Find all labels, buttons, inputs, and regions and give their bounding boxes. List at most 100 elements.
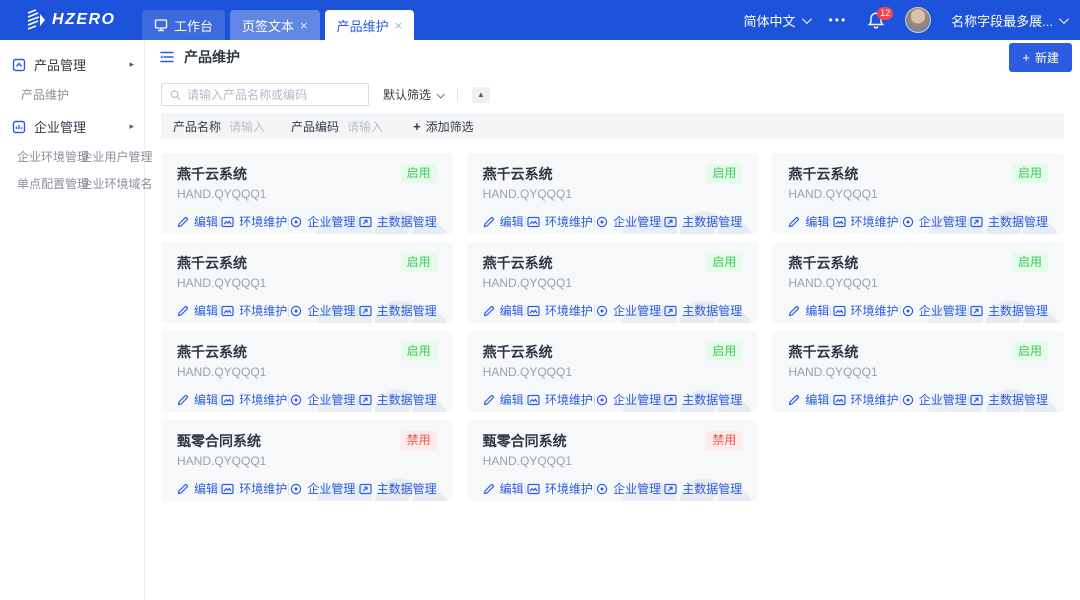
card-action-edit[interactable]: 编辑	[483, 213, 524, 230]
arrow-right-icon: ▸	[129, 121, 134, 132]
card-action-master-data[interactable]: 主数据管理	[664, 391, 742, 408]
divider	[288, 305, 289, 317]
menu-collapse-icon[interactable]	[159, 50, 175, 64]
card-action-enterprise[interactable]: 企业管理	[290, 213, 355, 230]
sidebar-item-product-maintenance[interactable]: 产品维护	[13, 81, 140, 108]
card-grid: 燕千云系统 启用 HAND.QYQQQ1 编辑环境维护企业管理主数据管理 燕千云…	[161, 153, 1064, 501]
card-actions: 编辑 环境维护企业管理主数据管理	[788, 302, 1048, 319]
language-switcher[interactable]: 简体中文	[744, 11, 809, 30]
card-action-edit[interactable]: 编辑	[483, 391, 524, 408]
card-action-environment[interactable]: 环境维护	[221, 213, 287, 230]
card-action-master-data[interactable]: 主数据管理	[664, 213, 742, 230]
card-action-master-data[interactable]: 主数据管理	[970, 302, 1048, 319]
divider	[457, 88, 458, 102]
sidebar-item-enterprise-user-management[interactable]: 企业用户管理	[77, 143, 141, 170]
add-filter-label: 添加筛选	[426, 118, 474, 135]
notification-bell[interactable]: 12	[867, 11, 885, 30]
card-action-edit[interactable]: 编辑	[177, 302, 218, 319]
preset-filter-label: 默认筛选	[383, 86, 431, 103]
enterprise-management-children: 企业环境管理 企业用户管理 单点配置管理 企业环境域名	[0, 143, 144, 199]
card-action-label: 主数据管理	[377, 480, 437, 497]
enterprise-icon	[902, 394, 914, 406]
card-actions: 编辑 环境维护企业管理主数据管理	[788, 391, 1048, 408]
card-title: 燕千云系统	[788, 342, 858, 362]
card-action-label: 环境维护	[851, 302, 899, 319]
more-menu[interactable]: •••	[829, 13, 848, 27]
card-action-master-data[interactable]: 主数据管理	[970, 391, 1048, 408]
card-action-edit[interactable]: 编辑	[788, 391, 829, 408]
card-action-environment[interactable]: 环境维护	[527, 480, 593, 497]
card-action-enterprise[interactable]: 企业管理	[902, 302, 967, 319]
card-action-edit[interactable]: 编辑	[788, 302, 829, 319]
card-action-enterprise[interactable]: 企业管理	[290, 391, 355, 408]
card-action-environment[interactable]: 环境维护	[527, 391, 593, 408]
card-action-master-data[interactable]: 主数据管理	[359, 302, 437, 319]
sidebar-item-enterprise-env-domain[interactable]: 企业环境域名	[77, 170, 141, 197]
add-filter-button[interactable]: + 添加筛选	[413, 118, 474, 135]
card-action-label: 环境维护	[851, 391, 899, 408]
card-action-enterprise[interactable]: 企业管理	[902, 213, 967, 230]
card-code: HAND.QYQQQ1	[483, 365, 743, 379]
sidebar-group-enterprise-management[interactable]: 企业管理 ▸	[0, 110, 144, 143]
card-actions: 编辑环境维护企业管理 主数据管理	[177, 480, 437, 497]
avatar[interactable]	[905, 7, 931, 33]
master-data-icon	[359, 305, 372, 317]
close-icon[interactable]: ×	[395, 19, 403, 32]
card-action-master-data[interactable]: 主数据管理	[664, 302, 742, 319]
filter-field-input[interactable]: 请输入	[347, 118, 383, 135]
filter-row: 产品名称 请输入 产品编码 请输入 + 添加筛选	[161, 113, 1064, 139]
card-action-edit[interactable]: 编辑	[177, 213, 218, 230]
tab-page-text[interactable]: 页签文本 ×	[230, 10, 320, 40]
card-action-environment[interactable]: 环境维护	[221, 480, 287, 497]
card-action-edit[interactable]: 编辑	[483, 302, 524, 319]
divider	[662, 394, 663, 406]
status-badge: 启用	[706, 253, 742, 272]
card-action-enterprise[interactable]: 企业管理	[290, 302, 355, 319]
card-action-environment[interactable]: 环境维护	[221, 391, 287, 408]
card-action-environment[interactable]: 环境维护	[833, 213, 899, 230]
status-badge: 启用	[401, 253, 437, 272]
card-action-master-data[interactable]: 主数据管理	[359, 213, 437, 230]
card-action-edit[interactable]: 编辑	[177, 480, 218, 497]
sidebar-group-product-management[interactable]: 产品管理 ▸	[0, 48, 144, 81]
card-action-master-data[interactable]: 主数据管理	[359, 391, 437, 408]
divider	[357, 216, 358, 228]
card-action-environment[interactable]: 环境维护	[833, 302, 899, 319]
tab-workbench[interactable]: 工作台	[142, 10, 225, 40]
card-action-enterprise[interactable]: 企业管理	[596, 302, 661, 319]
product-card: 燕千云系统 启用 HAND.QYQQQ1 编辑环境维护企业管理主数据管理	[772, 331, 1064, 412]
close-icon[interactable]: ×	[300, 19, 308, 32]
user-menu[interactable]: 名称字段最多展...	[951, 11, 1066, 30]
sidebar-item-enterprise-env-management[interactable]: 企业环境管理	[13, 143, 77, 170]
card-action-environment[interactable]: 环境维护	[527, 302, 593, 319]
create-button[interactable]: + 新建	[1009, 43, 1072, 72]
card-action-enterprise[interactable]: 企业管理	[290, 480, 355, 497]
card-action-enterprise[interactable]: 企业管理	[596, 213, 661, 230]
search-input[interactable]	[187, 88, 360, 102]
sidebar-item-sso-config-management[interactable]: 单点配置管理	[13, 170, 77, 197]
preset-filter-dropdown[interactable]: 默认筛选	[383, 86, 443, 103]
card-action-environment[interactable]: 环境维护	[221, 302, 287, 319]
card-action-enterprise[interactable]: 企业管理	[596, 391, 661, 408]
filter-field-label: 产品名称	[173, 118, 221, 135]
card-action-label: 环境维护	[851, 213, 899, 230]
card-action-edit[interactable]: 编辑	[483, 480, 524, 497]
divider	[525, 483, 526, 495]
divider	[594, 483, 595, 495]
card-action-label: 主数据管理	[682, 302, 742, 319]
tab-product-maintenance[interactable]: 产品维护 ×	[325, 10, 415, 40]
card-action-environment[interactable]: 环境维护	[833, 391, 899, 408]
tab-bar: 工作台 页签文本 × 产品维护 ×	[142, 10, 414, 40]
card-action-enterprise[interactable]: 企业管理	[596, 480, 661, 497]
card-action-edit[interactable]: 编辑	[177, 391, 218, 408]
filter-field-input[interactable]: 请输入	[229, 118, 265, 135]
card-action-edit[interactable]: 编辑	[788, 213, 829, 230]
card-action-enterprise[interactable]: 企业管理	[902, 391, 967, 408]
card-action-master-data[interactable]: 主数据管理	[970, 213, 1048, 230]
card-action-environment[interactable]: 环境维护	[527, 213, 593, 230]
collapse-filter-button[interactable]: ▲	[472, 87, 490, 103]
card-title: 燕千云系统	[177, 342, 247, 362]
card-action-master-data[interactable]: 主数据管理	[359, 480, 437, 497]
page-header: 产品维护 + 新建	[145, 40, 1080, 74]
card-action-master-data[interactable]: 主数据管理	[664, 480, 742, 497]
